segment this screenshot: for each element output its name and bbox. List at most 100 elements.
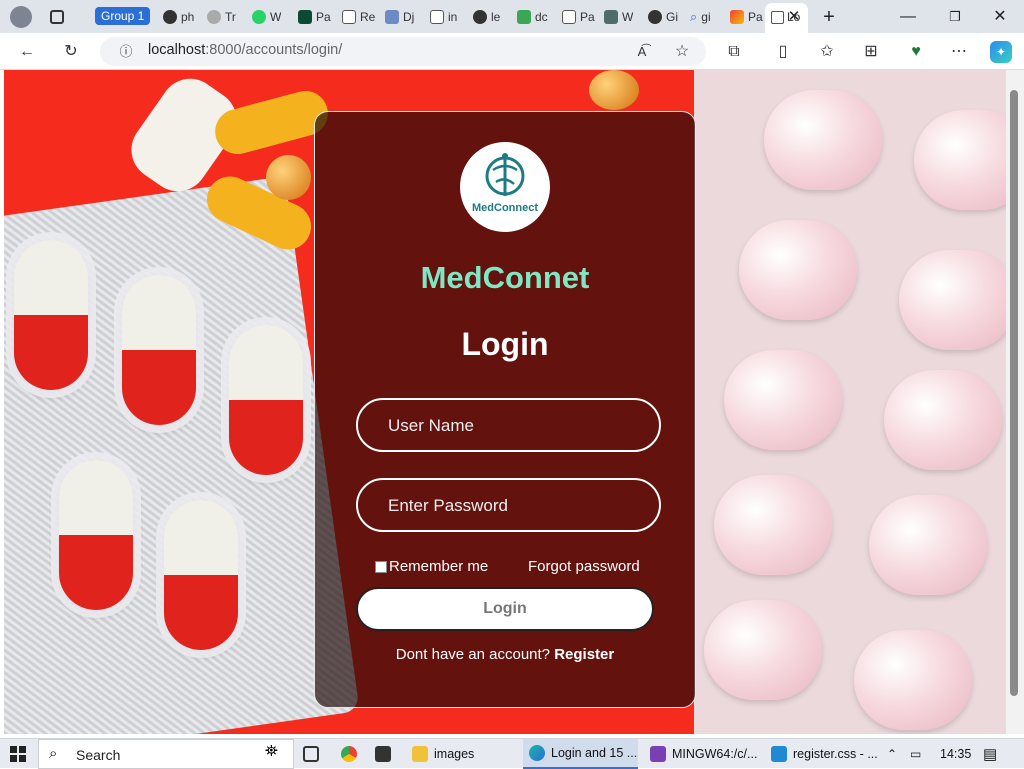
taskbar-item-git-bash[interactable]: MINGW64:/c/... <box>644 739 759 769</box>
tab-9[interactable]: dc <box>517 4 548 29</box>
blister-pill-image <box>884 370 1002 470</box>
split-screen-icon[interactable]: ▯ <box>772 41 794 63</box>
tab-11[interactable]: W <box>604 4 633 29</box>
tab-13[interactable]: ⌕ gi <box>690 4 711 29</box>
tab-14[interactable]: Pa <box>730 4 763 29</box>
file-icon <box>430 9 444 24</box>
blister-pill-image <box>899 250 1006 350</box>
forgot-password-link[interactable]: Forgot password <box>528 558 640 575</box>
tab-5[interactable]: Re <box>342 4 375 29</box>
restore-icon[interactable]: ❐ <box>945 7 965 27</box>
docs-icon <box>385 9 399 24</box>
task-view-icon[interactable] <box>303 739 319 769</box>
tab-3[interactable]: W <box>252 4 281 29</box>
copilot-icon[interactable]: ✦ <box>990 41 1012 63</box>
mail-icon[interactable] <box>375 739 391 769</box>
django-icon <box>604 9 618 24</box>
username-placeholder: User Name <box>388 416 474 435</box>
read-aloud-icon[interactable]: A͡ <box>631 41 653 63</box>
folder-icon <box>412 746 428 762</box>
remember-checkbox[interactable] <box>375 560 387 573</box>
username-input[interactable]: User Name <box>356 398 661 452</box>
favorite-star-icon[interactable]: ☆ <box>671 41 693 63</box>
register-link[interactable]: Register <box>554 646 614 663</box>
notifications-icon[interactable]: ▤ <box>983 739 997 769</box>
blister-pill-image <box>739 220 857 320</box>
login-title: Login <box>461 326 549 362</box>
collections-icon[interactable]: ⊞ <box>860 41 882 63</box>
capsule-image <box>14 240 88 390</box>
clock[interactable]: 14:35 <box>940 739 971 769</box>
remember-me: Remember me <box>375 558 488 575</box>
capsule-image <box>229 325 303 475</box>
sheets-icon <box>517 9 531 24</box>
taskbar-search-label: Search <box>76 747 121 763</box>
gel-capsule-image <box>589 70 639 110</box>
tab-bar: Group 1 ph Tr W Pa Re Dj in le dc Pa W G… <box>0 0 1024 33</box>
git-bash-icon <box>650 746 666 762</box>
caduceus-icon <box>485 153 525 196</box>
health-icon[interactable]: ♥ <box>905 41 927 63</box>
gel-capsule-image <box>266 155 311 200</box>
gmail-icon <box>730 9 744 24</box>
tab-1[interactable]: ph <box>163 4 194 29</box>
minimize-icon[interactable]: — <box>898 7 918 27</box>
address-bar: ← ↻ ⓘ localhost:8000/accounts/login/ A͡ … <box>0 33 1024 70</box>
url-text[interactable]: localhost:8000/accounts/login/ <box>148 42 342 58</box>
django-icon <box>298 9 312 24</box>
blister-pill-image <box>854 630 972 730</box>
search-icon: ⌕ <box>49 745 58 762</box>
tab-12[interactable]: Gi <box>648 4 678 29</box>
tab-10[interactable]: Pa <box>562 4 595 29</box>
profile-icon[interactable] <box>10 4 32 29</box>
workspaces-icon[interactable] <box>50 4 64 29</box>
github-icon <box>648 9 662 24</box>
logo-text: MedConnect <box>472 202 538 214</box>
scrollbar-thumb[interactable] <box>1010 90 1018 696</box>
lighthouse-icon: ⛯ <box>265 743 278 760</box>
taskbar-item-vscode[interactable]: register.css - ... <box>765 739 880 769</box>
close-tab-icon[interactable]: ✕ <box>784 7 804 27</box>
blister-pill-image <box>914 110 1006 210</box>
refresh-icon[interactable]: ↻ <box>60 41 82 63</box>
doc-icon <box>342 9 356 24</box>
register-line: Dont have an account? Register <box>315 646 695 663</box>
new-tab-icon[interactable]: + <box>819 7 839 27</box>
password-input[interactable]: Enter Password <box>356 478 661 532</box>
tab-group-label[interactable]: Group 1 <box>95 7 151 25</box>
site-info-icon[interactable]: ⓘ <box>115 41 137 63</box>
login-button[interactable]: Login <box>356 587 654 631</box>
tab-4[interactable]: Pa <box>298 4 331 29</box>
taskbar-item-edge[interactable]: Login and 15 ... <box>523 739 638 769</box>
doc-icon <box>562 9 576 24</box>
capsule-image <box>122 275 196 425</box>
register-prompt: Dont have an account? <box>395 646 551 663</box>
tab-7[interactable]: in <box>430 4 457 29</box>
back-icon[interactable]: ← <box>16 41 38 63</box>
chrome-icon[interactable] <box>341 739 357 769</box>
vscode-icon <box>771 746 787 762</box>
windows-start-icon[interactable] <box>10 746 26 762</box>
tab-8[interactable]: le <box>473 4 500 29</box>
close-window-icon[interactable]: ✕ <box>990 7 1010 27</box>
search-icon: ⌕ <box>690 8 698 24</box>
tab-2[interactable]: Tr <box>207 4 236 29</box>
tray-chevron-icon[interactable]: ⌃ <box>887 739 897 769</box>
favorites-icon[interactable]: ✩ <box>816 41 838 63</box>
menu-icon[interactable]: ⋯ <box>948 41 970 63</box>
network-icon[interactable]: ▭ <box>910 739 921 769</box>
password-placeholder: Enter Password <box>388 496 508 515</box>
remember-label: Remember me <box>389 558 489 575</box>
blister-pill-image <box>764 90 882 190</box>
taskbar-search[interactable]: ⌕ Search ⛯ <box>38 739 294 769</box>
blister-pill-image <box>724 350 842 450</box>
taskbar-item-images[interactable]: images <box>406 739 516 769</box>
blister-pill-image <box>704 600 822 700</box>
blister-pill-image <box>714 475 832 575</box>
globe-icon <box>207 9 221 24</box>
github-icon <box>163 9 177 24</box>
blister-pill-image <box>869 495 987 595</box>
extensions-icon[interactable]: ⧉ <box>723 41 745 63</box>
edge-icon <box>529 745 545 761</box>
tab-6[interactable]: Dj <box>385 4 414 29</box>
